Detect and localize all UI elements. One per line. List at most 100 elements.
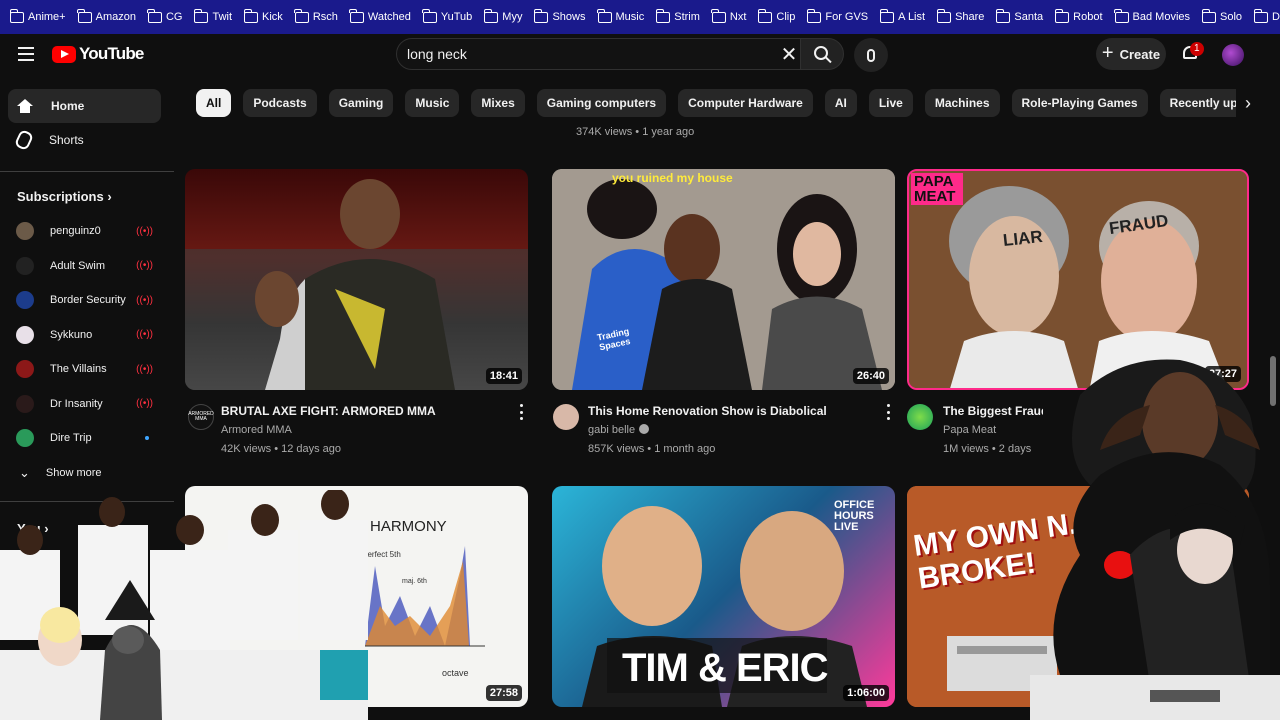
channel-name[interactable]: gabi belle — [588, 424, 650, 436]
folder-icon — [9, 8, 24, 23]
channel-avatar[interactable] — [553, 404, 579, 430]
thumbnail-caption: you ruined my house — [612, 171, 733, 185]
live-icon: ((•)) — [136, 260, 153, 271]
channel-name[interactable]: Papa Meat — [943, 424, 996, 436]
bookmark-item[interactable]: Santa — [990, 0, 1049, 34]
channel-avatar — [16, 360, 34, 378]
search-button[interactable] — [800, 38, 844, 70]
filter-chip[interactable]: Role-Playing Games — [1011, 89, 1148, 117]
voice-search-button[interactable] — [854, 38, 888, 72]
channel-avatar[interactable] — [907, 404, 933, 430]
bookmark-item[interactable]: Robot — [1049, 0, 1108, 34]
channel-avatar — [16, 222, 34, 240]
folder-icon — [1253, 8, 1269, 23]
folder-icon — [879, 8, 895, 23]
folder-icon — [243, 8, 259, 23]
clear-search-icon[interactable]: ✕ — [775, 42, 803, 67]
filter-chip[interactable]: Podcasts — [243, 89, 317, 117]
filter-chip[interactable]: Gaming computers — [536, 89, 667, 117]
filter-chip[interactable]: All — [196, 89, 232, 117]
filter-chips: All Podcasts Gaming Music Mixes Gaming comput… — [196, 89, 1236, 117]
video-title[interactable]: This Home Renovation Show is Diabolical — [588, 404, 868, 418]
overlay-image — [1030, 359, 1280, 720]
video-thumbnail[interactable]: you ruined my house Trading Spaces 26:40 — [552, 169, 895, 390]
sidebar-subscription-item[interactable]: The Villains ((•)) — [8, 352, 161, 386]
subscriptions-heading[interactable]: Subscriptions › — [17, 189, 112, 204]
bookmark-item[interactable]: For GVS — [801, 0, 874, 34]
sidebar-subscription-item[interactable]: Adult Swim ((•)) — [8, 249, 161, 283]
bookmark-item[interactable]: Solo — [1196, 0, 1248, 34]
sidebar-item-home[interactable]: Home — [8, 89, 161, 123]
shorts-icon — [13, 128, 35, 152]
folder-icon — [597, 8, 612, 23]
sidebar-item-shorts[interactable]: Shorts — [8, 123, 161, 157]
video-duration: 18:41 — [485, 368, 522, 384]
bookmark-item[interactable]: Discord — [1248, 0, 1280, 34]
filter-chip[interactable]: AI — [824, 89, 857, 117]
bookmark-item[interactable]: Clip — [752, 0, 801, 34]
filter-chip[interactable]: Recently uploaded — [1159, 89, 1236, 117]
chevron-down-icon: ⌄ — [19, 465, 30, 480]
folder-icon — [77, 8, 92, 23]
video-title[interactable]: BRUTAL AXE FIGHT: ARMORED MMA — [221, 404, 501, 418]
bookmark-item[interactable]: Amazon — [72, 0, 142, 34]
channel-avatar — [16, 325, 34, 344]
sidebar-subscription-item[interactable]: Sykkuno ((•)) — [8, 318, 161, 352]
folder-icon — [757, 8, 773, 23]
bookmark-item[interactable]: Strim — [650, 0, 706, 34]
show-more-button[interactable]: ⌄ Show more — [8, 456, 161, 490]
live-icon: ((•)) — [136, 363, 153, 375]
bookmark-item[interactable]: Twit — [188, 0, 238, 34]
bookmark-item[interactable]: YuTub — [417, 0, 478, 34]
folder-icon — [806, 8, 822, 23]
filter-chip[interactable]: Music — [405, 89, 460, 117]
filter-chip[interactable]: Gaming — [328, 89, 394, 117]
overlay-image — [0, 488, 368, 720]
bookmark-item[interactable]: Nxt — [706, 0, 753, 34]
bookmark-item[interactable]: Share — [931, 0, 990, 34]
bookmark-item[interactable]: Rsch — [289, 0, 344, 34]
bookmark-item[interactable]: Watched — [344, 0, 417, 34]
microphone-icon — [867, 48, 875, 62]
verified-icon — [639, 424, 650, 434]
folder-icon — [1114, 8, 1129, 23]
thumbnail-big-text: TIM & ERIC — [622, 646, 829, 690]
video-thumbnail[interactable]: 18:41 — [185, 169, 528, 390]
bookmark-item[interactable]: Myy — [478, 0, 528, 34]
sidebar-subscription-item[interactable]: penguinz0 ((•)) — [8, 214, 161, 248]
bookmarks-bar: Anime+ Amazon CG Twit Kick Rsch Watched YuTub My… — [0, 0, 1280, 34]
create-button[interactable]: + Create — [1096, 38, 1166, 70]
youtube-play-icon — [52, 45, 76, 63]
folder-icon — [711, 8, 726, 23]
video-stats: 374K views • 1 year ago — [576, 126, 695, 138]
youtube-logo[interactable]: YouTube — [52, 44, 144, 64]
video-thumbnail[interactable]: OFFICE HOURS LIVE TIM & ERIC 1:06:00 — [552, 486, 895, 707]
sidebar-subscription-item[interactable]: Dire Trip — [8, 421, 161, 455]
plus-icon: + — [1101, 42, 1114, 64]
sidebar-subscription-item[interactable]: Border Security ((•)) — [8, 283, 161, 317]
channel-avatar[interactable]: ARMORED MMA — [188, 404, 214, 430]
bookmark-item[interactable]: Shows — [528, 0, 591, 34]
filter-chip[interactable]: Mixes — [471, 89, 525, 117]
search-input[interactable]: long neck ✕ — [396, 38, 804, 70]
chevron-right-icon[interactable]: › — [1236, 89, 1260, 117]
search-icon — [813, 45, 828, 60]
channel-name[interactable]: Armored MMA — [221, 424, 292, 436]
bookmark-item[interactable]: CG — [142, 0, 189, 34]
bookmark-item[interactable]: Bad Movies — [1109, 0, 1196, 34]
page-scrollbar[interactable] — [1270, 356, 1276, 406]
folder-icon — [483, 8, 499, 23]
filter-chip[interactable]: Live — [868, 89, 913, 117]
more-actions-icon[interactable] — [518, 404, 524, 420]
more-actions-icon[interactable] — [885, 404, 891, 420]
filter-chip[interactable]: Computer Hardware — [678, 89, 813, 117]
bookmark-item[interactable]: A List — [874, 0, 931, 34]
menu-icon[interactable] — [18, 47, 34, 61]
sidebar-subscription-item[interactable]: Dr Insanity ((•)) — [8, 387, 161, 421]
bookmark-item[interactable]: Anime+ — [4, 0, 72, 34]
bookmark-item[interactable]: Music — [592, 0, 651, 34]
new-content-dot — [145, 436, 149, 440]
filter-chip[interactable]: Machines — [924, 89, 1000, 117]
account-avatar[interactable] — [1222, 44, 1244, 66]
bookmark-item[interactable]: Kick — [238, 0, 289, 34]
